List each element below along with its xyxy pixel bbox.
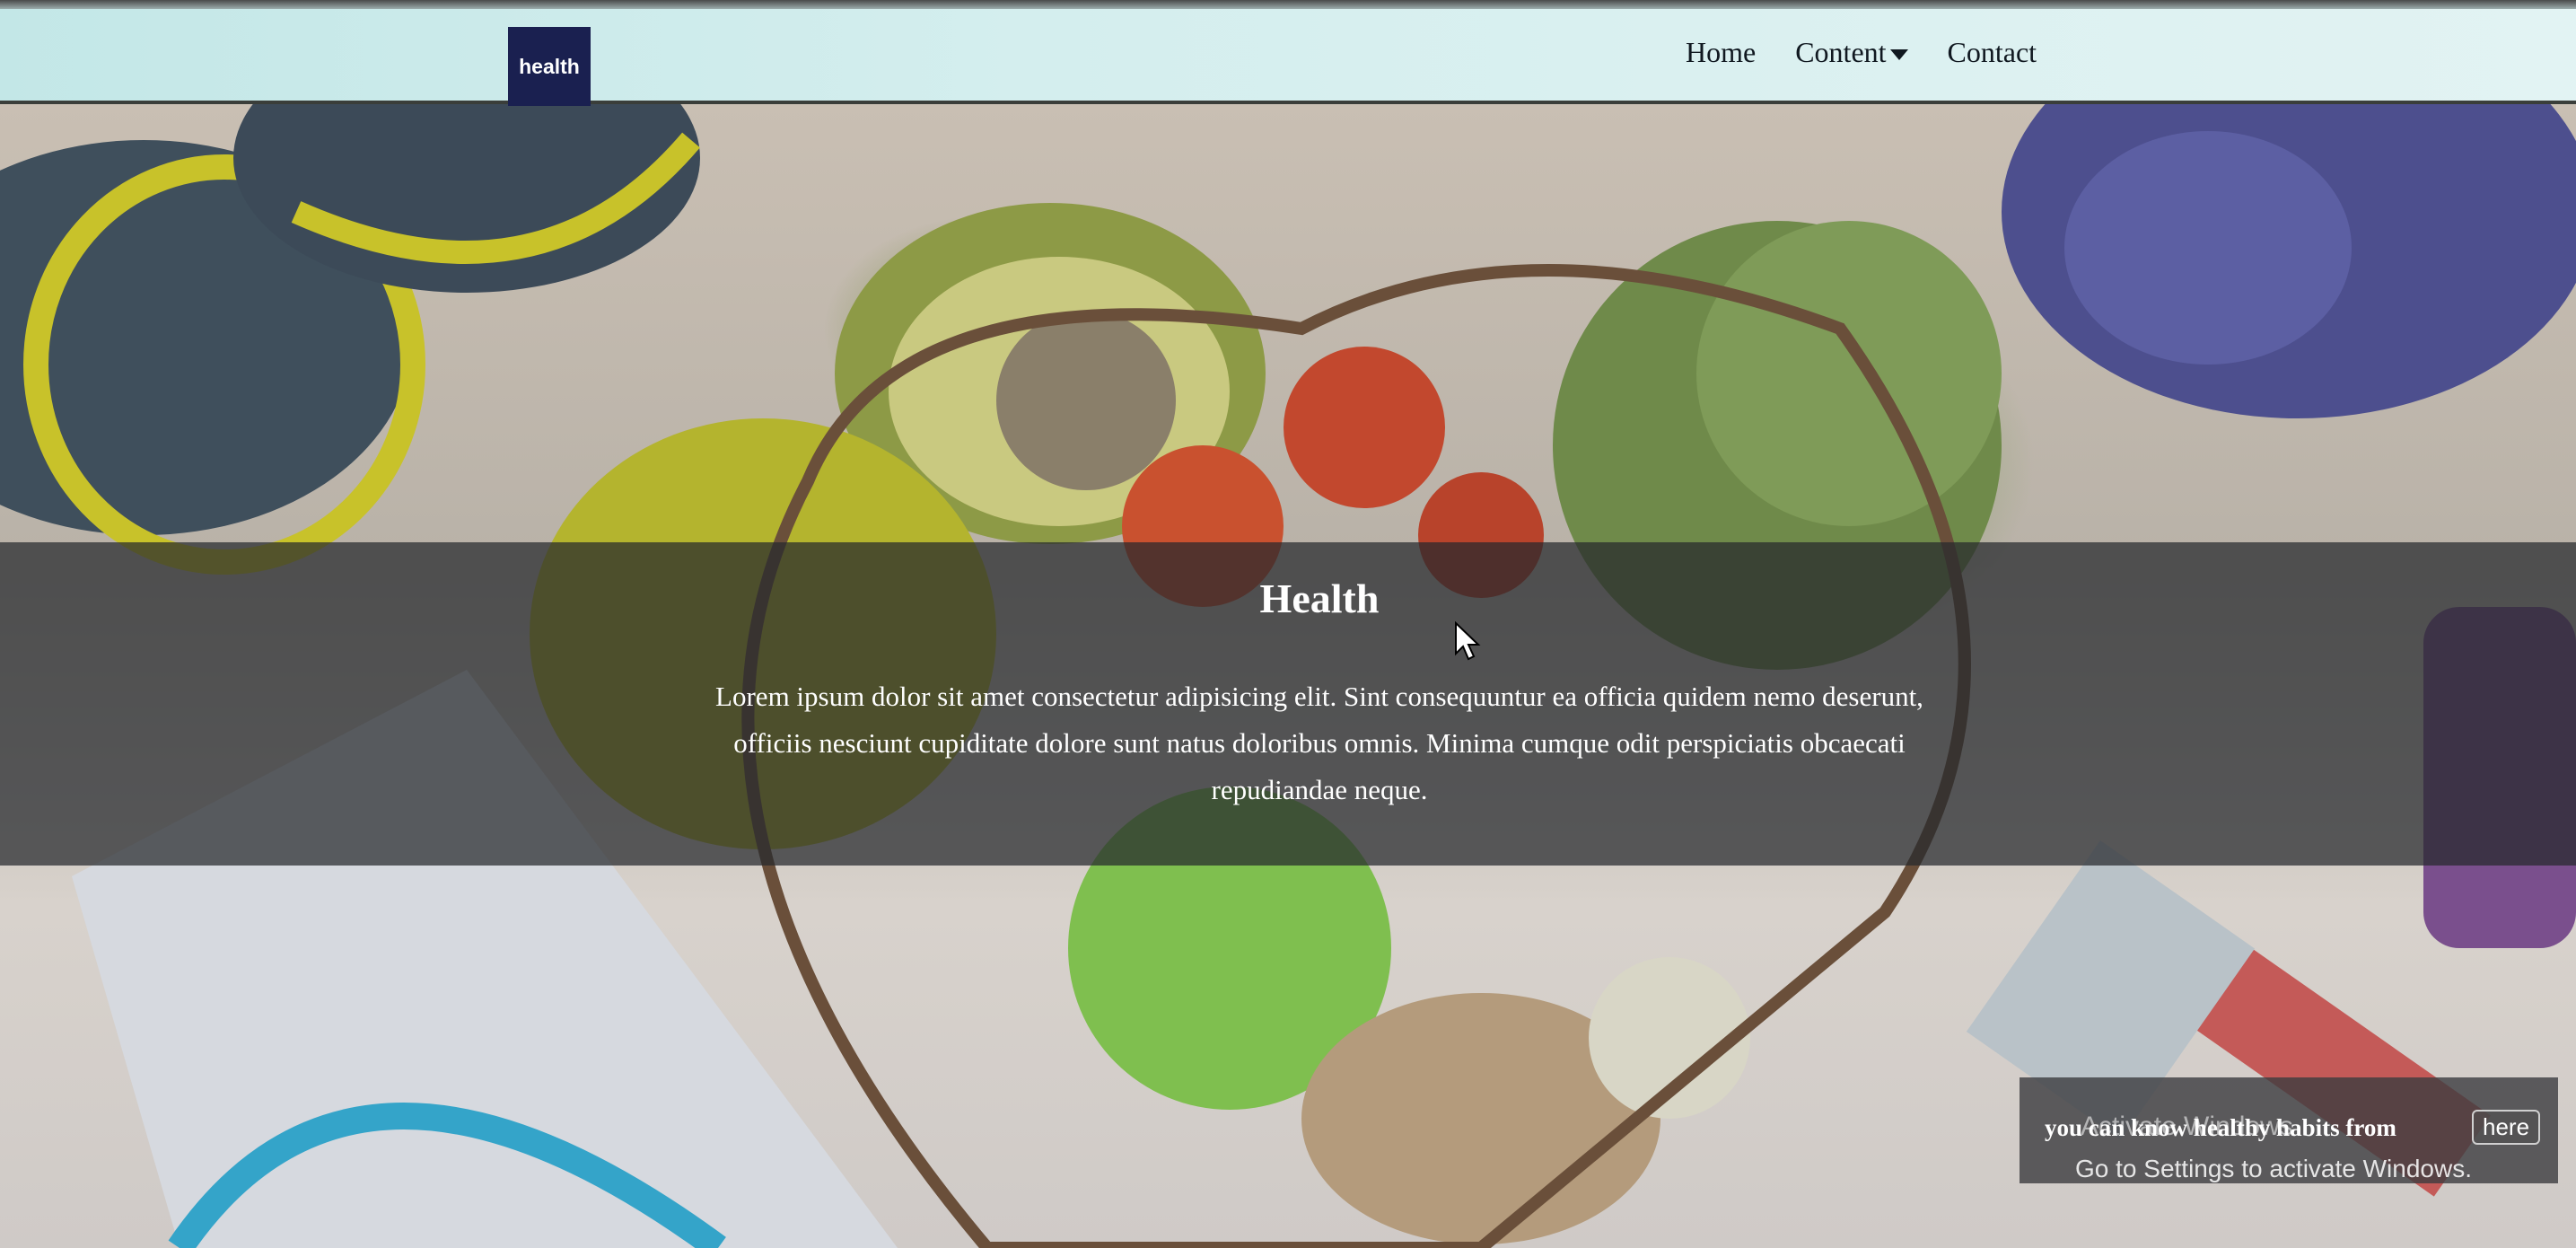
toast-here-link[interactable]: here xyxy=(2472,1110,2541,1145)
hero-description: Lorem ipsum dolor sit amet consectetur a… xyxy=(715,681,1923,805)
yoga-mat-roll xyxy=(2064,131,2352,365)
activate-windows-subtitle: Go to Settings to activate Windows. xyxy=(2075,1155,2472,1182)
nav-contact-link[interactable]: Contact xyxy=(1948,36,2037,69)
toast-message: you can know healthy habits from xyxy=(2045,1114,2396,1141)
broccoli-top xyxy=(1696,221,2002,526)
nav-links: Home Content Contact xyxy=(1686,36,2037,69)
tomato-1 xyxy=(1284,347,1445,508)
browser-viewport: health Home Content Contact Health Lorem… xyxy=(0,0,2576,1248)
nav-home-link[interactable]: Home xyxy=(1686,36,1756,69)
caret-down-icon xyxy=(1889,48,1908,60)
navbar: health Home Content Contact xyxy=(0,9,2576,106)
nav-content-label: Content xyxy=(1795,36,1887,68)
avocado-pit xyxy=(996,311,1176,490)
mouse-cursor-icon xyxy=(1455,621,1481,661)
brand-logo[interactable]: health xyxy=(508,27,591,106)
nav-content-dropdown[interactable]: Content xyxy=(1795,36,1908,69)
hero-title: Health xyxy=(1259,576,1380,621)
